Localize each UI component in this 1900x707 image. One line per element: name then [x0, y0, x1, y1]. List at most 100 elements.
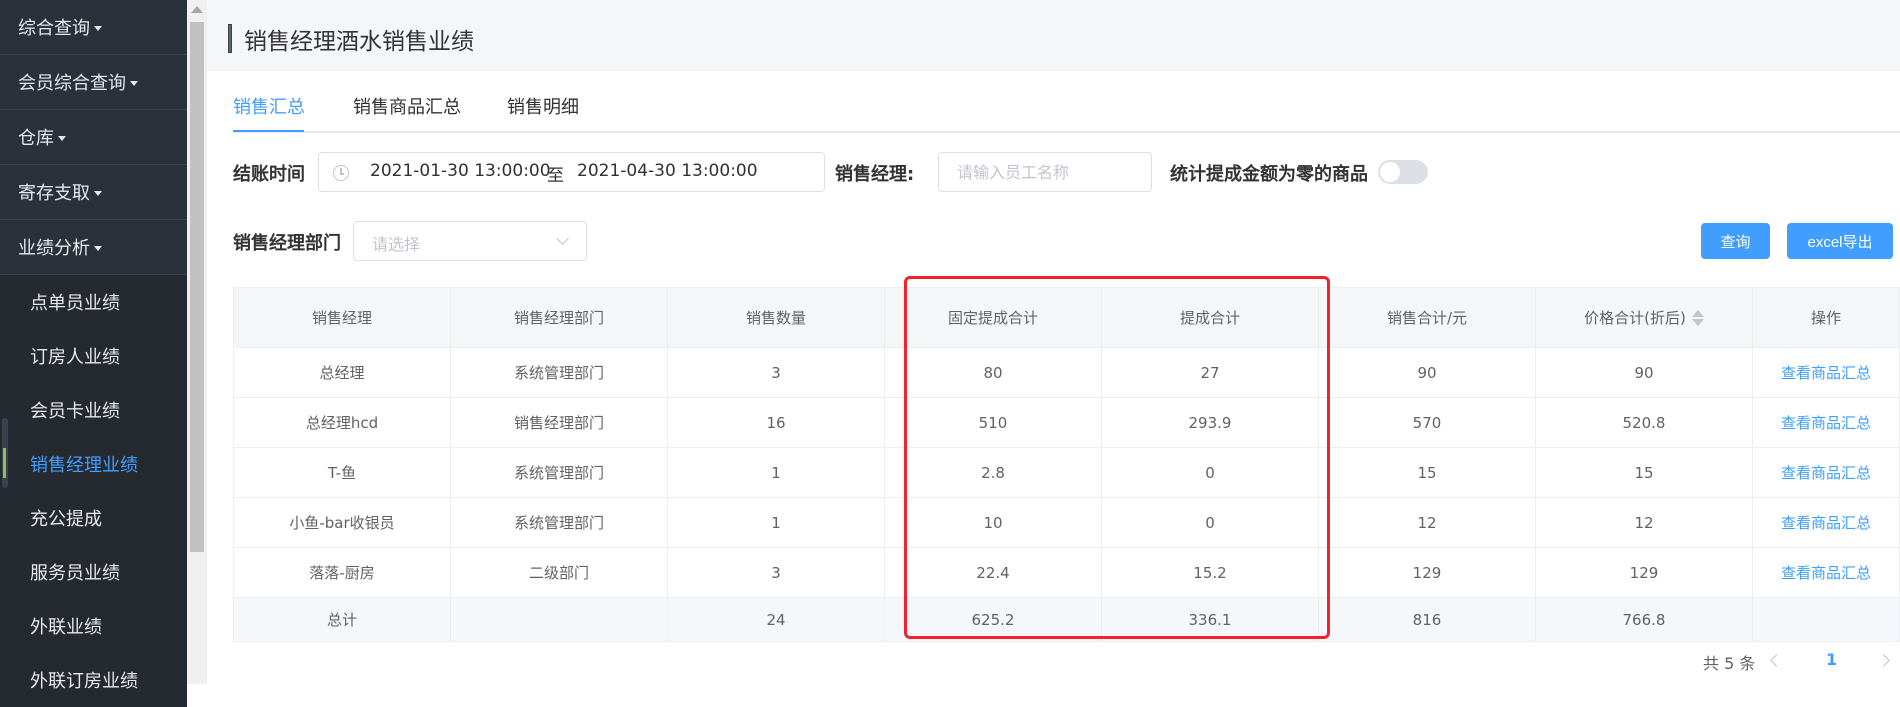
cell-department: 系统管理部门: [451, 448, 668, 497]
dept-select[interactable]: 请选择: [353, 221, 587, 261]
cell-department: 系统管理部门: [451, 348, 668, 397]
caret-down-icon: [58, 135, 66, 141]
header-actions: 操作: [1753, 288, 1900, 347]
caret-down-icon: [94, 245, 102, 251]
sidebar-submenu-performance: 点单员业绩 订房人业绩 会员卡业绩 销售经理业绩 充公提成 服务员业绩 外联业绩…: [0, 275, 187, 707]
caret-down-icon: [94, 190, 102, 196]
cell-department: 二级部门: [451, 548, 668, 597]
sidebar-item-room-booker[interactable]: 订房人业绩: [0, 329, 187, 383]
toggle-knob: [1380, 162, 1400, 182]
sidebar-group-warehouse[interactable]: 仓库: [0, 110, 187, 165]
pagination-total: 共 5 条: [1703, 654, 1756, 673]
page-title: 销售经理酒水销售业绩: [244, 29, 474, 55]
header-department: 销售经理部门: [451, 288, 668, 347]
cell-manager: 落落-厨房: [234, 548, 451, 597]
cell-manager: 总经理hcd: [234, 398, 451, 447]
sort-icon[interactable]: [1691, 309, 1704, 327]
chevron-left-icon[interactable]: [1770, 654, 1783, 667]
manager-search-field[interactable]: [938, 152, 1152, 192]
dept-select-placeholder: 请选择: [372, 235, 421, 254]
sidebar-group-member-query[interactable]: 会员综合查询: [0, 55, 187, 110]
summary-sales-total: 816: [1319, 598, 1536, 641]
cell-quantity: 1: [668, 498, 885, 547]
cell-sales-total: 15: [1319, 448, 1536, 497]
date-range-separator: 至: [547, 166, 564, 186]
commission-columns-highlight: [904, 276, 1330, 639]
header-price-total[interactable]: 价格合计(折后): [1536, 288, 1753, 347]
sidebar-group-deposit[interactable]: 寄存支取: [0, 165, 187, 220]
sidebar-item-sales-manager[interactable]: 销售经理业绩: [0, 437, 187, 491]
manager-label: 销售经理:: [835, 164, 915, 185]
cell-sales-total: 129: [1319, 548, 1536, 597]
summary-quantity: 24: [668, 598, 885, 641]
cell-sales-total: 12: [1319, 498, 1536, 547]
cell-price-total: 12: [1536, 498, 1753, 547]
summary-label: 总计: [234, 598, 451, 641]
tab-sales-summary[interactable]: 销售汇总: [233, 93, 305, 119]
sidebar-item-order-staff[interactable]: 点单员业绩: [0, 275, 187, 329]
sidebar-item-outreach[interactable]: 外联业绩: [0, 599, 187, 653]
cell-quantity: 1: [668, 448, 885, 497]
sidebar-item-member-card[interactable]: 会员卡业绩: [0, 383, 187, 437]
date-range-picker[interactable]: 2021-01-30 13:00:00 至 2021-04-30 13:00:0…: [318, 152, 825, 192]
view-product-summary-link[interactable]: 查看商品汇总: [1753, 398, 1900, 447]
cell-department: 销售经理部门: [451, 398, 668, 447]
cell-price-total: 90: [1536, 348, 1753, 397]
cell-price-total: 520.8: [1536, 398, 1753, 447]
chevron-right-icon[interactable]: [1877, 654, 1890, 667]
cell-quantity: 3: [668, 548, 885, 597]
manager-search-input[interactable]: [939, 153, 1151, 191]
view-product-summary-link[interactable]: 查看商品汇总: [1753, 348, 1900, 397]
cell-sales-total: 90: [1319, 348, 1536, 397]
header-price-total-label: 价格合计(折后): [1584, 309, 1686, 327]
tab-active-indicator: [233, 130, 304, 132]
summary-price-total: 766.8: [1536, 598, 1753, 641]
sidebar-group-label: 寄存支取: [18, 183, 90, 204]
header-manager: 销售经理: [234, 288, 451, 347]
date-end-value[interactable]: 2021-04-30 13:00:00: [577, 161, 758, 181]
sidebar-group-label: 会员综合查询: [18, 73, 126, 94]
sidebar-group-performance[interactable]: 业绩分析: [0, 220, 187, 275]
sidebar-group-general-query[interactable]: 综合查询: [0, 0, 187, 55]
view-product-summary-link[interactable]: 查看商品汇总: [1753, 448, 1900, 497]
cell-quantity: 3: [668, 348, 885, 397]
checkout-time-label: 结账时间: [233, 164, 305, 185]
sidebar-group-label: 仓库: [18, 128, 54, 149]
cell-quantity: 16: [668, 398, 885, 447]
sidebar-group-label: 业绩分析: [18, 238, 90, 259]
content-panel: 销售汇总 销售商品汇总 销售明细 结账时间 2021-01-30 13:00:0…: [207, 71, 1900, 684]
tab-sales-detail[interactable]: 销售明细: [507, 93, 579, 119]
page-header: 销售经理酒水销售业绩: [207, 3, 1900, 71]
cell-price-total: 129: [1536, 548, 1753, 597]
sidebar-item-outreach-booking[interactable]: 外联订房业绩: [0, 653, 187, 707]
summary-actions: [1753, 598, 1900, 641]
cell-manager: T-鱼: [234, 448, 451, 497]
tab-bar: 销售汇总 销售商品汇总 销售明细: [233, 93, 1900, 133]
cell-department: 系统管理部门: [451, 498, 668, 547]
zero-commission-toggle[interactable]: [1378, 160, 1428, 184]
sidebar-item-waiter[interactable]: 服务员业绩: [0, 545, 187, 599]
pagination-current-page[interactable]: 1: [1826, 650, 1837, 669]
date-start-value[interactable]: 2021-01-30 13:00:00: [370, 161, 551, 181]
sidebar-item-confiscation[interactable]: 充公提成: [0, 491, 187, 545]
header-sales-total: 销售合计/元: [1319, 288, 1536, 347]
cell-sales-total: 570: [1319, 398, 1536, 447]
zero-commission-label: 统计提成金额为零的商品: [1170, 164, 1368, 185]
title-accent-bar: [228, 24, 232, 53]
tab-product-summary[interactable]: 销售商品汇总: [353, 93, 461, 119]
caret-down-icon: [94, 25, 102, 31]
dept-label: 销售经理部门: [233, 233, 341, 254]
caret-down-icon: [130, 80, 138, 86]
cell-manager: 小鱼-bar收银员: [234, 498, 451, 547]
clock-icon: [333, 165, 349, 181]
header-quantity: 销售数量: [668, 288, 885, 347]
cell-manager: 总经理: [234, 348, 451, 397]
view-product-summary-link[interactable]: 查看商品汇总: [1753, 498, 1900, 547]
scroll-up-arrow-icon[interactable]: [191, 6, 203, 13]
view-product-summary-link[interactable]: 查看商品汇总: [1753, 548, 1900, 597]
chevron-down-icon: [556, 232, 569, 245]
sidebar-scrollbar-thumb[interactable]: [190, 22, 204, 552]
excel-export-button[interactable]: excel导出: [1787, 223, 1893, 259]
query-button[interactable]: 查询: [1701, 223, 1770, 259]
sidebar-group-label: 综合查询: [18, 18, 90, 39]
